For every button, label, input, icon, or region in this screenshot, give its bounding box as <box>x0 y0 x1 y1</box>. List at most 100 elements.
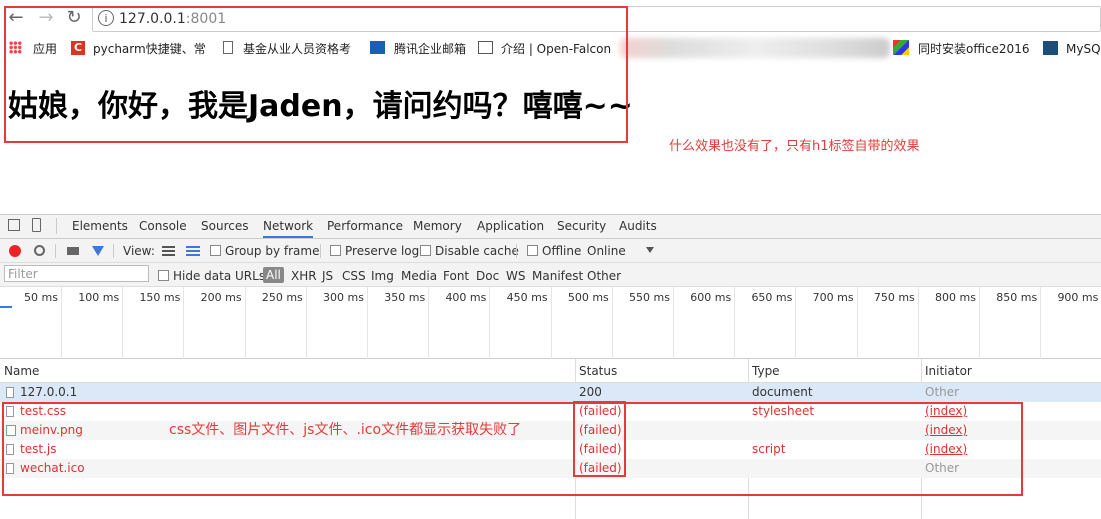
throttling-value: Online <box>587 244 626 258</box>
hide-data-urls-label: Hide data URLs <box>173 269 266 283</box>
tab-audits[interactable]: Audits <box>619 219 657 233</box>
bookmark-mysql[interactable]: MySQ <box>1066 40 1101 58</box>
filter-xhr[interactable]: XHR <box>291 269 317 283</box>
view-label: View: <box>123 244 155 258</box>
filter-media[interactable]: Media <box>401 269 437 283</box>
column-status[interactable]: Status <box>579 364 617 378</box>
annotation-top: 什么效果也没有了，只有h1标签自带的效果 <box>669 139 920 154</box>
group-by-frame-label: Group by frame <box>225 244 320 258</box>
timeline-gridline <box>428 287 430 359</box>
divider <box>113 244 114 258</box>
divider <box>55 244 56 258</box>
timeline-gridline <box>550 287 552 359</box>
tab-elements[interactable]: Elements <box>72 219 128 233</box>
bookmark-office[interactable]: 同时安装office2016 <box>918 40 1029 58</box>
tab-console[interactable]: Console <box>139 219 187 233</box>
tab-network[interactable]: Network <box>263 219 314 238</box>
timeline-gridline <box>1040 287 1042 359</box>
record-icon[interactable] <box>9 245 21 257</box>
waterfall-overview-icon[interactable] <box>186 246 200 256</box>
large-rows-icon[interactable] <box>162 246 175 256</box>
filter-js[interactable]: JS <box>322 269 333 283</box>
timeline-tick-label: 50 ms <box>24 291 58 304</box>
timeline-gridline <box>244 287 246 359</box>
document-icon <box>6 387 14 398</box>
timeline-tick-label: 200 ms <box>200 291 242 304</box>
filter-icon[interactable] <box>92 246 104 256</box>
filter-all[interactable]: All <box>263 267 284 283</box>
filter-css[interactable]: CSS <box>342 269 366 283</box>
filter-other[interactable]: Other <box>587 269 621 283</box>
divider <box>320 244 321 258</box>
row-type: document <box>752 385 813 399</box>
timeline-tick-label: 500 ms <box>567 291 609 304</box>
timeline-gridline <box>734 287 736 359</box>
chevron-down-icon[interactable] <box>646 247 654 253</box>
timeline-tick-label: 850 ms <box>996 291 1038 304</box>
timeline-tick-label: 600 ms <box>690 291 732 304</box>
row-name: 127.0.0.1 <box>20 385 78 399</box>
filter-doc[interactable]: Doc <box>476 269 499 283</box>
timeline-gridline <box>856 287 858 359</box>
timeline-tick-label: 300 ms <box>323 291 364 304</box>
tab-sources[interactable]: Sources <box>201 219 248 233</box>
checkbox-icon <box>527 245 538 256</box>
preserve-log-checkbox[interactable]: Preserve log <box>330 244 419 258</box>
filter-manifest[interactable]: Manifest <box>532 269 583 283</box>
timeline-tick-label: 350 ms <box>384 291 426 304</box>
camera-icon[interactable] <box>67 247 79 255</box>
divider <box>516 244 517 258</box>
timeline-tick-label: 900 ms <box>1057 291 1099 304</box>
tab-memory[interactable]: Memory <box>413 219 462 233</box>
windows-icon <box>893 40 909 55</box>
timeline-bar <box>0 306 12 308</box>
device-toggle-icon[interactable] <box>32 218 41 232</box>
filter-ws[interactable]: WS <box>506 269 525 283</box>
timeline-gridline <box>795 287 797 359</box>
timeline-tick-label: 800 ms <box>935 291 976 304</box>
offline-checkbox[interactable]: Offline <box>527 244 581 258</box>
column-name[interactable]: Name <box>4 364 39 378</box>
timeline-gridline <box>979 287 980 359</box>
group-by-frame-checkbox[interactable]: Group by frame <box>210 244 319 258</box>
disable-cache-checkbox[interactable]: Disable cache <box>420 244 519 258</box>
offline-label: Offline <box>542 244 582 258</box>
inspect-icon[interactable] <box>8 219 20 231</box>
row-initiator: Other <box>925 385 960 399</box>
clear-icon[interactable] <box>34 245 45 256</box>
filter-img[interactable]: Img <box>371 269 394 283</box>
timeline-tick-label: 550 ms <box>629 291 670 304</box>
tab-security[interactable]: Security <box>557 219 606 233</box>
timeline-tick-label: 400 ms <box>445 291 487 304</box>
timeline-tick-label: 250 ms <box>261 291 303 304</box>
column-type[interactable]: Type <box>752 364 780 378</box>
throttling-select[interactable]: Online <box>587 244 626 258</box>
checkbox-icon <box>330 245 341 256</box>
timeline-gridline <box>122 287 124 359</box>
filter-font[interactable]: Font <box>443 269 469 283</box>
divider <box>56 218 57 234</box>
timeline-gridline <box>489 287 491 359</box>
timeline-gridline <box>183 287 185 359</box>
timeline-tick-label: 650 ms <box>751 291 793 304</box>
annotation-box-status <box>573 401 626 477</box>
timeline-gridline <box>305 287 307 359</box>
row-status: 200 <box>579 385 602 399</box>
annotation-box-top <box>4 6 628 143</box>
filter-input[interactable]: Filter <box>4 265 149 282</box>
table-row[interactable]: 127.0.0.1 200 document Other <box>0 383 1101 402</box>
checkbox-icon <box>420 245 431 256</box>
hide-data-urls-checkbox[interactable]: Hide data URLs <box>158 269 265 283</box>
annotation-rows: css文件、图片文件、js文件、.ico文件都显示获取失败了 <box>169 422 522 438</box>
tab-application[interactable]: Application <box>477 219 544 233</box>
checkbox-checked-icon <box>210 245 221 256</box>
timeline-gridline <box>673 287 674 359</box>
preserve-log-label: Preserve log <box>345 244 420 258</box>
tab-performance[interactable]: Performance <box>327 219 403 233</box>
timeline-tick-label: 750 ms <box>873 291 915 304</box>
checkbox-icon <box>158 270 169 281</box>
timeline-gridline <box>611 287 613 359</box>
column-initiator[interactable]: Initiator <box>925 364 972 378</box>
blurred-bookmarks <box>620 38 890 58</box>
disable-cache-label: Disable cache <box>435 244 519 258</box>
